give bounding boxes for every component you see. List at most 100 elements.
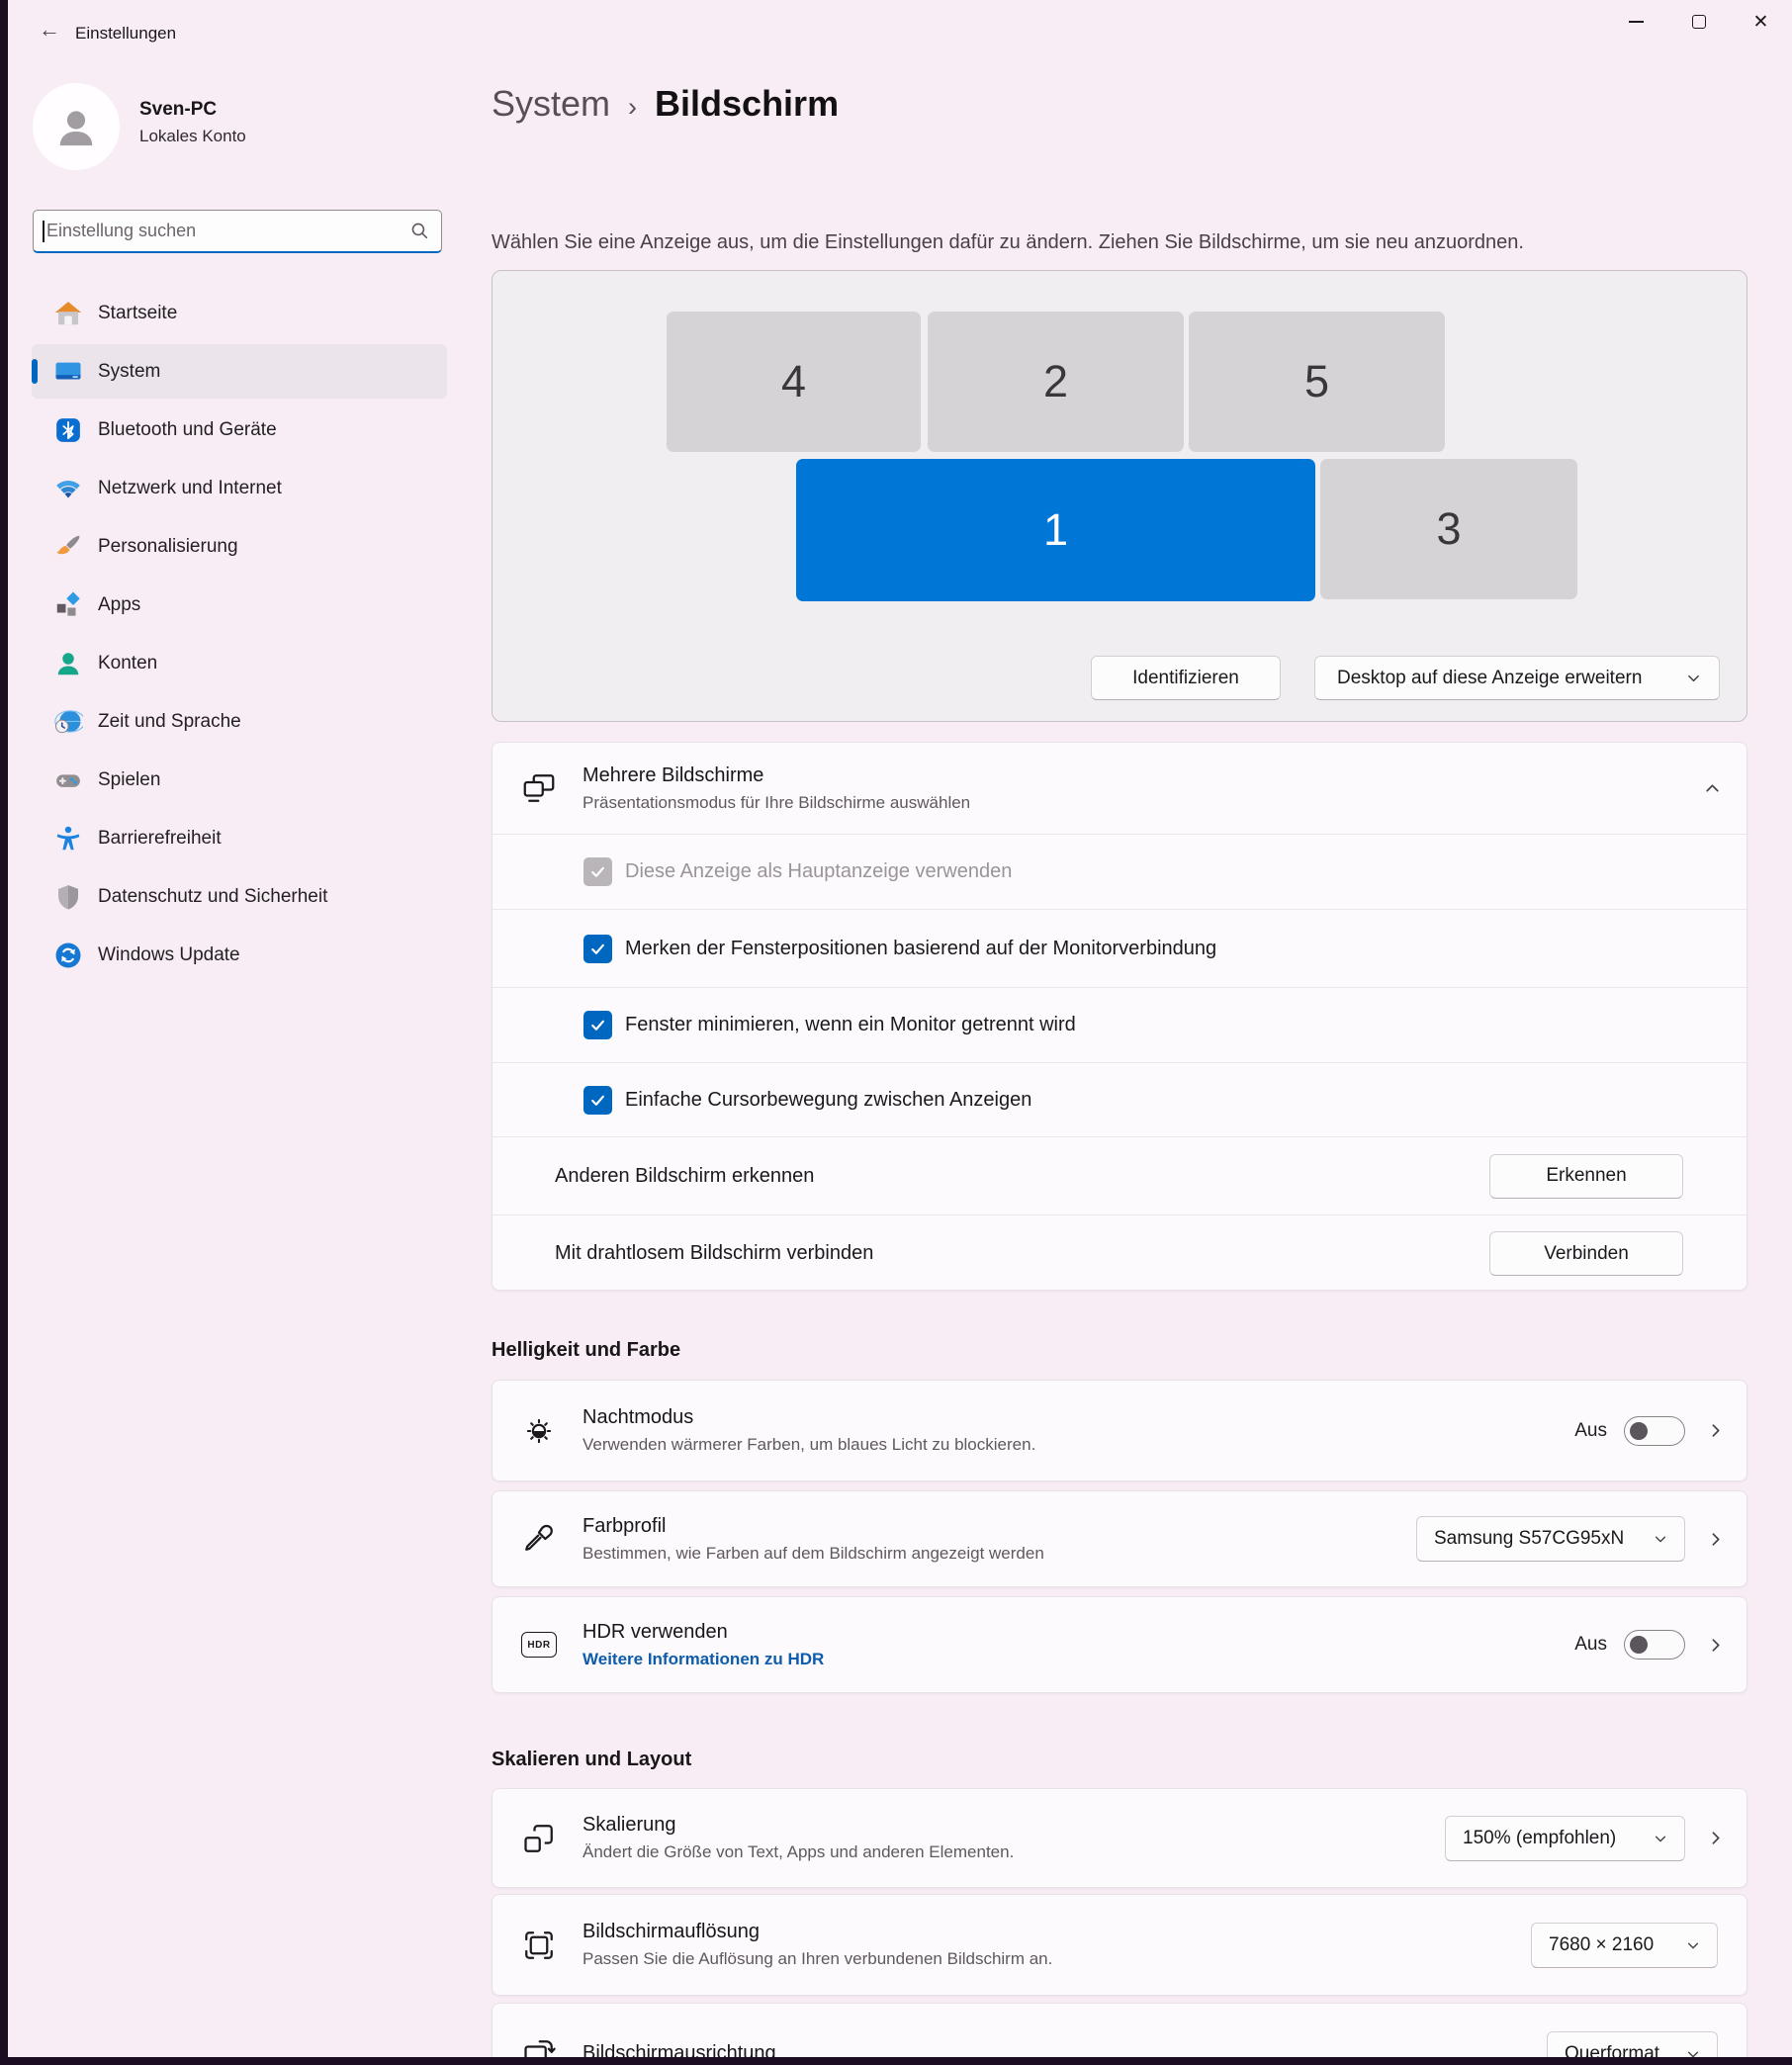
sidebar-item-zeit-sprache[interactable]: Zeit und Sprache <box>32 694 447 749</box>
personalization-icon <box>56 535 80 554</box>
bluetooth-icon <box>56 417 80 442</box>
sidebar-item-label: System <box>98 360 161 382</box>
chevron-down-icon <box>1687 2051 1699 2057</box>
primary-display-row: Diese Anzeige als Hauptanzeige verwenden <box>493 834 1747 909</box>
sidebar-item-datenschutz[interactable]: Datenschutz und Sicherheit <box>32 869 447 924</box>
hdr-title: HDR verwenden <box>582 1620 728 1643</box>
sidebar-item-windows-update[interactable]: Windows Update <box>32 928 447 982</box>
orientation-row: Bildschirmausrichtung Querformat <box>492 2003 1747 2057</box>
toggle-knob <box>1630 1636 1648 1654</box>
color-profile-title: Farbprofil <box>582 1514 667 1537</box>
sidebar-item-barrierefreiheit[interactable]: Barrierefreiheit <box>32 811 447 865</box>
home-icon <box>54 301 82 324</box>
night-mode-toggle[interactable] <box>1624 1415 1685 1446</box>
breadcrumb: System › Bildschirm <box>492 83 839 125</box>
scale-dropdown[interactable]: 150% (empfohlen) <box>1445 1815 1685 1861</box>
settings-window: ← Einstellungen ✕ Sven-PC Lokales Konto … <box>8 0 1792 2057</box>
update-icon <box>55 943 81 967</box>
multiple-displays-icon <box>523 774 555 802</box>
sidebar-item-label: Zeit und Sprache <box>98 710 241 732</box>
scale-row[interactable]: Skalierung Ändert die Größe von Text, Ap… <box>492 1788 1747 1888</box>
multiple-displays-card: Mehrere Bildschirme Präsentationsmodus f… <box>492 742 1747 1291</box>
minimize-windows-checkbox[interactable] <box>583 1011 612 1039</box>
hdr-toggle[interactable] <box>1624 1630 1685 1660</box>
breadcrumb-separator-icon: › <box>628 92 638 122</box>
scale-title: Skalierung <box>582 1814 676 1836</box>
sidebar-item-konten[interactable]: Konten <box>32 636 447 690</box>
connect-button[interactable]: Verbinden <box>1489 1231 1683 1276</box>
sidebar-item-label: Netzwerk und Internet <box>98 477 282 498</box>
hdr-info-link[interactable]: Weitere Informationen zu HDR <box>582 1650 824 1669</box>
remember-positions-row: Merken der Fensterpositionen basierend a… <box>493 909 1747 987</box>
search-input[interactable]: Einstellung suchen <box>33 210 442 253</box>
back-button[interactable]: ← <box>30 12 69 47</box>
chevron-right-icon[interactable] <box>1707 1637 1724 1654</box>
detect-display-row: Anderen Bildschirm erkennen Erkennen <box>493 1136 1747 1214</box>
chevron-right-icon[interactable] <box>1707 1422 1724 1439</box>
monitor-1-selected[interactable]: 1 <box>796 459 1315 601</box>
sidebar-item-bluetooth[interactable]: Bluetooth und Geräte <box>32 403 447 457</box>
multiple-displays-title: Mehrere Bildschirme <box>582 763 764 786</box>
chevron-down-icon <box>1687 1942 1699 1948</box>
sidebar-item-spielen[interactable]: Spielen <box>32 753 447 807</box>
main-content: System › Bildschirm Wählen Sie eine Anze… <box>492 0 1749 2057</box>
easy-cursor-row: Einfache Cursorbewegung zwischen Anzeige… <box>493 1062 1747 1136</box>
resolution-value: 7680 × 2160 <box>1549 1933 1655 1955</box>
scale-subtitle: Ändert die Größe von Text, Apps und ande… <box>582 1842 1015 1861</box>
resolution-icon <box>525 1930 553 1959</box>
chevron-right-icon[interactable] <box>1707 1830 1724 1846</box>
breadcrumb-parent[interactable]: System <box>492 83 610 125</box>
page-title: Bildschirm <box>655 83 840 124</box>
night-mode-state: Aus <box>1574 1419 1607 1441</box>
remember-positions-checkbox[interactable] <box>583 934 612 963</box>
orientation-value: Querformat <box>1565 2042 1660 2058</box>
hdr-state: Aus <box>1574 1634 1607 1655</box>
sidebar-item-startseite[interactable]: Startseite <box>32 286 447 340</box>
gaming-icon <box>56 773 80 787</box>
chevron-right-icon[interactable] <box>1707 1531 1724 1548</box>
checkbox-label: Einfache Cursorbewegung zwischen Anzeige… <box>625 1088 1032 1111</box>
selected-indicator <box>32 359 38 384</box>
extend-display-value: Desktop auf diese Anzeige erweitern <box>1337 667 1643 688</box>
scale-section-heading: Skalieren und Layout <box>492 1749 692 1770</box>
night-mode-icon <box>526 1418 552 1443</box>
minimize-windows-row: Fenster minimieren, wenn ein Monitor get… <box>493 987 1747 1062</box>
easy-cursor-checkbox[interactable] <box>583 1085 612 1115</box>
search-icon <box>411 223 428 239</box>
brightness-section-heading: Helligkeit und Farbe <box>492 1339 681 1361</box>
monitor-3[interactable]: 3 <box>1320 459 1577 599</box>
accessibility-icon <box>56 826 80 850</box>
checkbox-label: Merken der Fensterpositionen basierend a… <box>625 937 1217 959</box>
multiple-displays-header[interactable]: Mehrere Bildschirme Präsentationsmodus f… <box>493 743 1747 834</box>
sidebar-item-netzwerk[interactable]: Netzwerk und Internet <box>32 461 447 515</box>
sidebar-item-personalisierung[interactable]: Personalisierung <box>32 519 447 574</box>
color-profile-value: Samsung S57CG95xN <box>1434 1528 1625 1549</box>
extend-display-dropdown[interactable]: Desktop auf diese Anzeige erweitern <box>1314 656 1720 700</box>
text-caret <box>43 220 45 242</box>
identify-button[interactable]: Identifizieren <box>1091 656 1281 700</box>
night-mode-row[interactable]: Nachtmodus Verwenden wärmerer Farben, um… <box>492 1380 1747 1481</box>
resolution-dropdown[interactable]: 7680 × 2160 <box>1531 1922 1718 1968</box>
monitor-4[interactable]: 4 <box>667 312 921 452</box>
detect-button[interactable]: Erkennen <box>1489 1153 1683 1199</box>
privacy-icon <box>58 884 78 909</box>
sidebar: Startseite System Bluetooth und Geräte N… <box>32 286 447 986</box>
close-icon: ✕ <box>1752 11 1769 33</box>
arrangement-instruction: Wählen Sie eine Anzeige aus, um die Eins… <box>492 231 1524 253</box>
color-profile-row[interactable]: Farbprofil Bestimmen, wie Farben auf dem… <box>492 1490 1747 1587</box>
hdr-icon: HDR <box>521 1632 557 1658</box>
user-name: Sven-PC <box>139 99 218 120</box>
sidebar-item-apps[interactable]: Apps <box>32 578 447 632</box>
hdr-row[interactable]: HDR HDR verwenden Weitere Informationen … <box>492 1596 1747 1693</box>
orientation-dropdown[interactable]: Querformat <box>1547 2030 1718 2058</box>
user-account-type: Lokales Konto <box>139 127 246 145</box>
orientation-title: Bildschirmausrichtung <box>582 2042 776 2057</box>
monitor-5[interactable]: 5 <box>1189 312 1445 452</box>
monitor-2[interactable]: 2 <box>928 312 1184 452</box>
app-title: Einstellungen <box>75 24 177 43</box>
sidebar-item-system[interactable]: System <box>32 344 447 399</box>
color-profile-dropdown[interactable]: Samsung S57CG95xN <box>1416 1516 1685 1562</box>
orientation-icon <box>524 2039 556 2057</box>
avatar[interactable] <box>33 83 120 170</box>
chevron-up-icon[interactable] <box>1704 780 1721 797</box>
